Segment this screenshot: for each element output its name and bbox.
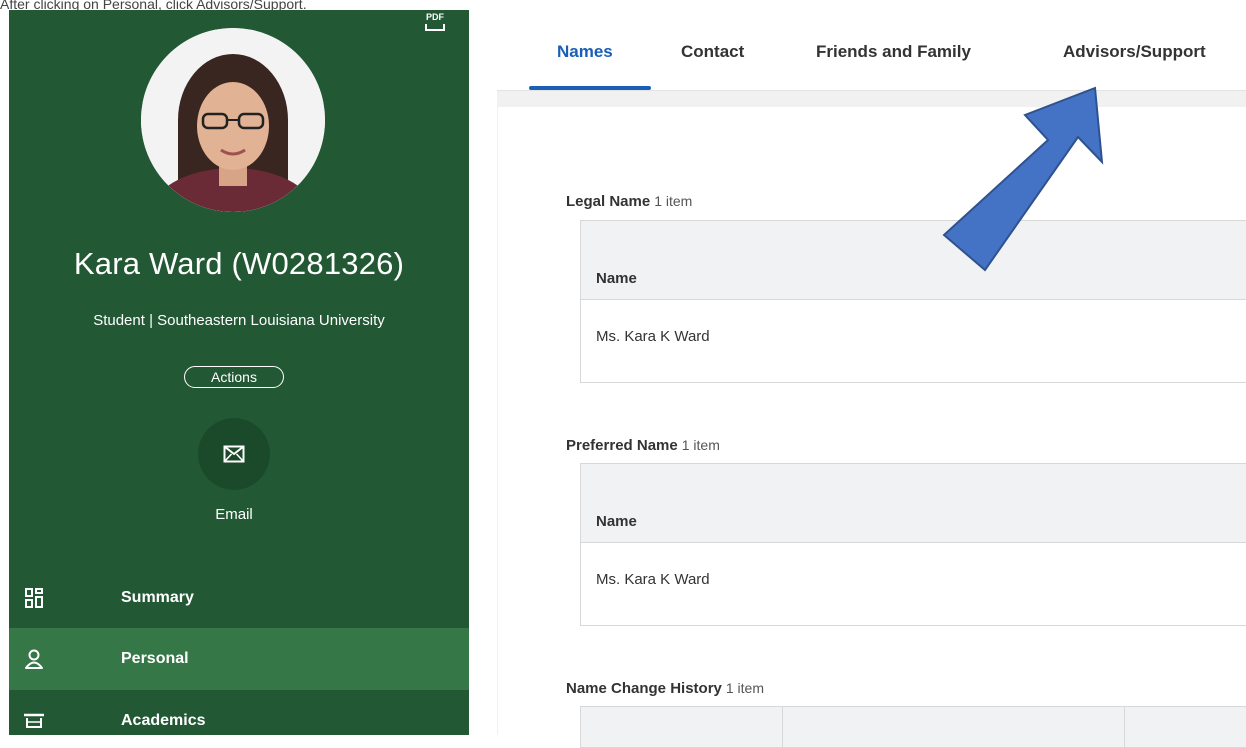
tab-names[interactable]: Names (557, 42, 613, 62)
section-title: Name Change History (566, 680, 722, 697)
active-tab-indicator (529, 86, 651, 90)
student-name: Kara Ward (W0281326) (73, 246, 405, 281)
svg-text:PDF: PDF (426, 12, 445, 22)
section-title: Legal Name (566, 193, 651, 210)
preferred-name-grid: Name Ms. Kara K Ward (580, 463, 1246, 626)
name-change-history-grid (580, 706, 1246, 748)
column-header-name[interactable]: Name (596, 270, 637, 287)
table-row: Ms. Kara K Ward (581, 543, 1246, 625)
student-role: Student | Southeastern Louisiana Univers… (93, 312, 385, 329)
legal-name-value: Ms. Kara K Ward (596, 328, 710, 345)
email-button[interactable] (198, 418, 270, 490)
sidebar-item-personal[interactable]: Personal (9, 628, 469, 690)
person-icon (23, 648, 45, 670)
avatar (141, 28, 325, 212)
section-title: Preferred Name (566, 437, 678, 454)
preferred-name-value: Ms. Kara K Ward (596, 571, 710, 588)
table-row: Ms. Kara K Ward (581, 300, 1246, 382)
instruction-caption: After clicking on Personal, click Adviso… (0, 0, 307, 10)
tab-advisors-support[interactable]: Advisors/Support (1063, 42, 1206, 62)
item-count: 1 item (654, 193, 693, 209)
pdf-icon[interactable]: PDF (423, 10, 447, 34)
legal-name-grid: Name Ms. Kara K Ward (580, 220, 1246, 383)
item-count: 1 item (681, 437, 720, 453)
column-header-name[interactable]: Name (596, 513, 637, 530)
mortarboard-icon (23, 710, 45, 732)
grid-icon (23, 587, 45, 609)
tab-contact[interactable]: Contact (681, 42, 744, 62)
column-divider (782, 707, 783, 747)
sidebar-item-academics[interactable]: Academics (9, 690, 469, 735)
name-change-history-heading: Name Change History 1 item (566, 680, 764, 697)
sidebar-item-label: Academics (121, 712, 206, 729)
names-panel: Legal Name 1 item Name Ms. Kara K Ward Pr… (497, 107, 1246, 748)
sidebar-item-summary[interactable]: Summary (9, 567, 469, 629)
annotation-arrow (942, 86, 1104, 272)
sidebar-item-label: Summary (121, 589, 194, 606)
tab-friends-and-family[interactable]: Friends and Family (816, 42, 971, 62)
legal-name-heading: Legal Name 1 item (566, 193, 692, 210)
grid-header: Name (581, 221, 1246, 300)
actions-button[interactable]: Actions (184, 366, 284, 388)
grid-header: Name (581, 464, 1246, 543)
tab-bar: Names Contact Friends and Family Advisor… (497, 10, 1246, 91)
item-count: 1 item (725, 680, 764, 696)
column-divider (1124, 707, 1125, 747)
preferred-name-heading: Preferred Name 1 item (566, 437, 720, 454)
content-separator (497, 91, 1246, 107)
envelope-icon (223, 445, 245, 463)
sidebar-item-label: Personal (121, 650, 189, 667)
profile-sidebar: PDF Kara Ward (W0281326) Student | South… (9, 10, 469, 735)
email-label: Email (215, 506, 253, 523)
